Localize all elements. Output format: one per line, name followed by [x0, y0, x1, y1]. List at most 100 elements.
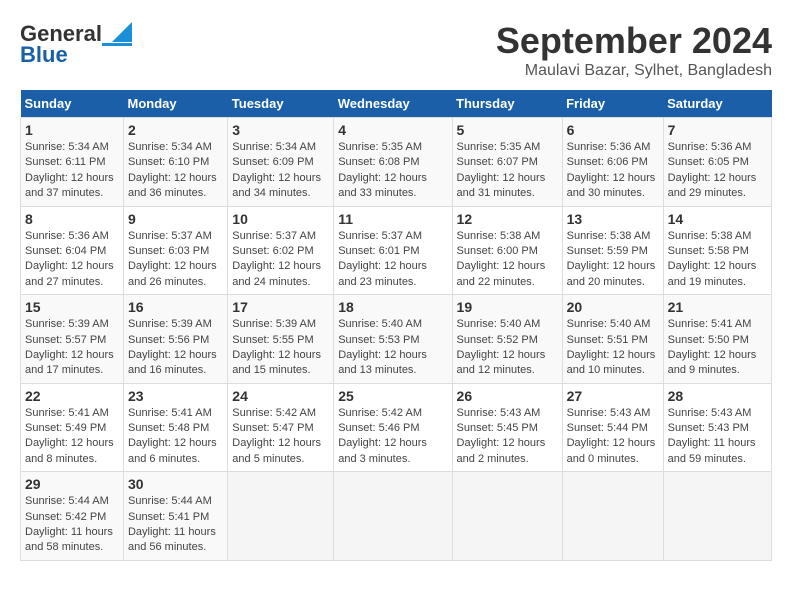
day-number: 16	[128, 299, 223, 315]
calendar-cell: 19 Sunrise: 5:40 AMSunset: 5:52 PMDaylig…	[452, 295, 562, 384]
day-number: 23	[128, 388, 223, 404]
calendar-cell: 20 Sunrise: 5:40 AMSunset: 5:51 PMDaylig…	[562, 295, 663, 384]
calendar-cell: 4 Sunrise: 5:35 AMSunset: 6:08 PMDayligh…	[334, 118, 452, 207]
day-detail: Sunrise: 5:43 AMSunset: 5:43 PMDaylight:…	[668, 406, 767, 468]
day-number: 10	[232, 211, 329, 227]
calendar-cell: 7 Sunrise: 5:36 AMSunset: 6:05 PMDayligh…	[663, 118, 771, 207]
day-detail: Sunrise: 5:37 AMSunset: 6:01 PMDaylight:…	[338, 229, 447, 291]
day-number: 14	[668, 211, 767, 227]
page-header: General Blue September 2024 Maulavi Baza…	[20, 20, 772, 80]
day-number: 3	[232, 122, 329, 138]
calendar-cell: 5 Sunrise: 5:35 AMSunset: 6:07 PMDayligh…	[452, 118, 562, 207]
day-detail: Sunrise: 5:39 AMSunset: 5:55 PMDaylight:…	[232, 317, 329, 379]
calendar-cell	[228, 472, 334, 561]
calendar-cell: 17 Sunrise: 5:39 AMSunset: 5:55 PMDaylig…	[228, 295, 334, 384]
day-detail: Sunrise: 5:40 AMSunset: 5:51 PMDaylight:…	[567, 317, 659, 379]
day-number: 13	[567, 211, 659, 227]
day-number: 29	[25, 476, 119, 492]
calendar-cell: 8 Sunrise: 5:36 AMSunset: 6:04 PMDayligh…	[21, 206, 124, 295]
day-number: 4	[338, 122, 447, 138]
day-detail: Sunrise: 5:36 AMSunset: 6:06 PMDaylight:…	[567, 140, 659, 202]
calendar-cell: 13 Sunrise: 5:38 AMSunset: 5:59 PMDaylig…	[562, 206, 663, 295]
calendar-week-row: 15 Sunrise: 5:39 AMSunset: 5:57 PMDaylig…	[21, 295, 772, 384]
day-detail: Sunrise: 5:36 AMSunset: 6:04 PMDaylight:…	[25, 229, 119, 291]
calendar-title: September 2024	[496, 20, 772, 62]
calendar-subtitle: Maulavi Bazar, Sylhet, Bangladesh	[496, 62, 772, 80]
day-detail: Sunrise: 5:41 AMSunset: 5:50 PMDaylight:…	[668, 317, 767, 379]
day-detail: Sunrise: 5:39 AMSunset: 5:57 PMDaylight:…	[25, 317, 119, 379]
day-number: 6	[567, 122, 659, 138]
day-detail: Sunrise: 5:37 AMSunset: 6:02 PMDaylight:…	[232, 229, 329, 291]
calendar-cell: 21 Sunrise: 5:41 AMSunset: 5:50 PMDaylig…	[663, 295, 771, 384]
calendar-cell: 14 Sunrise: 5:38 AMSunset: 5:58 PMDaylig…	[663, 206, 771, 295]
calendar-week-row: 29 Sunrise: 5:44 AMSunset: 5:42 PMDaylig…	[21, 472, 772, 561]
day-detail: Sunrise: 5:41 AMSunset: 5:49 PMDaylight:…	[25, 406, 119, 468]
calendar-cell: 11 Sunrise: 5:37 AMSunset: 6:01 PMDaylig…	[334, 206, 452, 295]
day-detail: Sunrise: 5:44 AMSunset: 5:42 PMDaylight:…	[25, 494, 119, 556]
day-number: 25	[338, 388, 447, 404]
calendar-header-row: SundayMondayTuesdayWednesdayThursdayFrid…	[21, 90, 772, 118]
calendar-cell: 18 Sunrise: 5:40 AMSunset: 5:53 PMDaylig…	[334, 295, 452, 384]
calendar-cell: 2 Sunrise: 5:34 AMSunset: 6:10 PMDayligh…	[123, 118, 227, 207]
day-number: 26	[457, 388, 558, 404]
day-detail: Sunrise: 5:35 AMSunset: 6:07 PMDaylight:…	[457, 140, 558, 202]
day-number: 18	[338, 299, 447, 315]
calendar-cell: 24 Sunrise: 5:42 AMSunset: 5:47 PMDaylig…	[228, 383, 334, 472]
day-detail: Sunrise: 5:34 AMSunset: 6:10 PMDaylight:…	[128, 140, 223, 202]
day-number: 20	[567, 299, 659, 315]
logo: General Blue	[20, 20, 132, 68]
calendar-cell	[562, 472, 663, 561]
day-detail: Sunrise: 5:41 AMSunset: 5:48 PMDaylight:…	[128, 406, 223, 468]
calendar-cell	[663, 472, 771, 561]
day-number: 11	[338, 211, 447, 227]
day-detail: Sunrise: 5:34 AMSunset: 6:09 PMDaylight:…	[232, 140, 329, 202]
day-number: 24	[232, 388, 329, 404]
calendar-cell: 15 Sunrise: 5:39 AMSunset: 5:57 PMDaylig…	[21, 295, 124, 384]
calendar-cell: 22 Sunrise: 5:41 AMSunset: 5:49 PMDaylig…	[21, 383, 124, 472]
day-number: 5	[457, 122, 558, 138]
column-header-tuesday: Tuesday	[228, 90, 334, 118]
calendar-cell: 9 Sunrise: 5:37 AMSunset: 6:03 PMDayligh…	[123, 206, 227, 295]
day-detail: Sunrise: 5:39 AMSunset: 5:56 PMDaylight:…	[128, 317, 223, 379]
day-number: 9	[128, 211, 223, 227]
column-header-friday: Friday	[562, 90, 663, 118]
logo-icon	[102, 20, 132, 48]
day-number: 2	[128, 122, 223, 138]
day-number: 12	[457, 211, 558, 227]
column-header-sunday: Sunday	[21, 90, 124, 118]
day-number: 8	[25, 211, 119, 227]
calendar-cell: 27 Sunrise: 5:43 AMSunset: 5:44 PMDaylig…	[562, 383, 663, 472]
day-number: 7	[668, 122, 767, 138]
day-detail: Sunrise: 5:43 AMSunset: 5:44 PMDaylight:…	[567, 406, 659, 468]
calendar-cell: 23 Sunrise: 5:41 AMSunset: 5:48 PMDaylig…	[123, 383, 227, 472]
calendar-week-row: 1 Sunrise: 5:34 AMSunset: 6:11 PMDayligh…	[21, 118, 772, 207]
calendar-cell: 26 Sunrise: 5:43 AMSunset: 5:45 PMDaylig…	[452, 383, 562, 472]
day-detail: Sunrise: 5:34 AMSunset: 6:11 PMDaylight:…	[25, 140, 119, 202]
calendar-cell: 28 Sunrise: 5:43 AMSunset: 5:43 PMDaylig…	[663, 383, 771, 472]
calendar-cell: 12 Sunrise: 5:38 AMSunset: 6:00 PMDaylig…	[452, 206, 562, 295]
title-area: September 2024 Maulavi Bazar, Sylhet, Ba…	[496, 20, 772, 80]
day-detail: Sunrise: 5:38 AMSunset: 5:59 PMDaylight:…	[567, 229, 659, 291]
calendar-cell	[334, 472, 452, 561]
day-number: 27	[567, 388, 659, 404]
day-detail: Sunrise: 5:38 AMSunset: 5:58 PMDaylight:…	[668, 229, 767, 291]
calendar-table: SundayMondayTuesdayWednesdayThursdayFrid…	[20, 90, 772, 561]
column-header-wednesday: Wednesday	[334, 90, 452, 118]
calendar-cell: 25 Sunrise: 5:42 AMSunset: 5:46 PMDaylig…	[334, 383, 452, 472]
day-number: 1	[25, 122, 119, 138]
day-detail: Sunrise: 5:42 AMSunset: 5:46 PMDaylight:…	[338, 406, 447, 468]
day-detail: Sunrise: 5:42 AMSunset: 5:47 PMDaylight:…	[232, 406, 329, 468]
calendar-cell: 16 Sunrise: 5:39 AMSunset: 5:56 PMDaylig…	[123, 295, 227, 384]
calendar-cell: 1 Sunrise: 5:34 AMSunset: 6:11 PMDayligh…	[21, 118, 124, 207]
day-number: 19	[457, 299, 558, 315]
calendar-week-row: 22 Sunrise: 5:41 AMSunset: 5:49 PMDaylig…	[21, 383, 772, 472]
day-detail: Sunrise: 5:44 AMSunset: 5:41 PMDaylight:…	[128, 494, 223, 556]
day-detail: Sunrise: 5:36 AMSunset: 6:05 PMDaylight:…	[668, 140, 767, 202]
day-number: 15	[25, 299, 119, 315]
day-detail: Sunrise: 5:37 AMSunset: 6:03 PMDaylight:…	[128, 229, 223, 291]
calendar-week-row: 8 Sunrise: 5:36 AMSunset: 6:04 PMDayligh…	[21, 206, 772, 295]
day-number: 30	[128, 476, 223, 492]
day-detail: Sunrise: 5:43 AMSunset: 5:45 PMDaylight:…	[457, 406, 558, 468]
day-detail: Sunrise: 5:35 AMSunset: 6:08 PMDaylight:…	[338, 140, 447, 202]
column-header-saturday: Saturday	[663, 90, 771, 118]
